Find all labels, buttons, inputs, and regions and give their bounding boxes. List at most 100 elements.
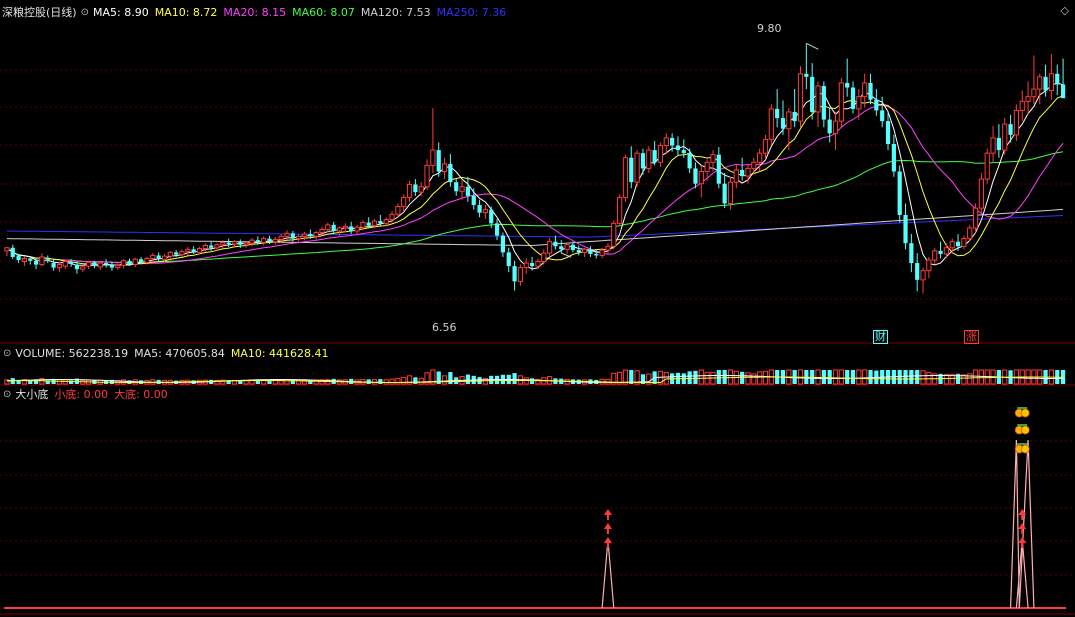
ma250-label: MA250: 7.36 <box>436 5 507 19</box>
volume-bar-down <box>850 370 856 384</box>
candle-body-up <box>313 232 319 237</box>
candle-body-up <box>214 244 220 249</box>
candle-body-down <box>255 240 260 243</box>
volume-bar-down <box>827 370 832 384</box>
candle-body-down <box>792 111 797 122</box>
candle-body-down <box>28 258 33 261</box>
volume-collapse-icon[interactable]: ⊙ <box>3 348 11 359</box>
candle-body-up <box>768 108 774 140</box>
candle-body-down <box>915 263 920 280</box>
candle-body-down <box>716 154 721 184</box>
small-bottom-arrow-icon <box>1018 537 1027 548</box>
candle-body-up <box>838 82 844 122</box>
candle-body-down <box>821 86 826 120</box>
candle-body-down <box>845 82 850 88</box>
candle-body-down <box>267 238 272 242</box>
candle-body-down <box>226 242 231 244</box>
volume-bar-up <box>751 373 757 385</box>
candle-body-up <box>220 241 226 246</box>
candle-body-down <box>104 263 109 265</box>
candle-body-down <box>378 221 383 224</box>
candle-body-up <box>832 120 839 134</box>
candle-body-up <box>797 73 804 122</box>
candle-body-down <box>570 244 576 251</box>
candle-body-up <box>121 260 127 266</box>
candle-body-up <box>243 242 249 246</box>
candle-body-down <box>868 82 873 100</box>
volume-bar-down <box>821 370 826 384</box>
candle-body-down <box>1043 76 1048 91</box>
candle-body-up <box>296 235 302 240</box>
ma20-label: MA20: 8.15 <box>223 5 287 19</box>
low-price-label: 6.56 <box>432 321 457 334</box>
ma5-label: MA5: 8.90 <box>92 5 149 19</box>
volume-bar-down <box>448 372 453 384</box>
candle-body-up <box>815 85 821 113</box>
volume-bar-up <box>418 377 424 385</box>
candle-body-down <box>1060 84 1066 99</box>
ma60-line <box>6 151 1064 264</box>
candle-body-up <box>430 149 436 166</box>
volume-title: VOLUME: 562238.19 <box>15 346 129 360</box>
candle-body-down <box>693 168 698 184</box>
candle-body-down <box>51 263 56 268</box>
candle-body-up <box>86 261 92 267</box>
candle-body-up <box>523 262 529 269</box>
candle-body-up <box>535 261 541 267</box>
candle-body-down <box>675 145 681 151</box>
candle-body-up <box>1031 88 1037 98</box>
big-bottom-coin-icon <box>1020 408 1030 418</box>
candle-body-up <box>401 196 407 208</box>
candle-body-down <box>139 259 144 263</box>
volume-ma5: MA5: 470605.84 <box>134 346 225 360</box>
candle-body-down <box>874 99 879 111</box>
volume-bar-up <box>920 370 926 385</box>
candle-body-up <box>978 178 984 209</box>
candle-body-down <box>553 241 558 247</box>
stock-chart[interactable] <box>0 0 1075 617</box>
settings-diamond-icon[interactable]: ◇ <box>1061 4 1069 17</box>
volume-bar-up <box>383 379 389 385</box>
candle-body-up <box>646 149 652 169</box>
candle-body-up <box>272 238 278 243</box>
candle-body-up <box>698 170 704 185</box>
candle-body-up <box>371 220 378 227</box>
candle-body-up <box>202 245 208 250</box>
candle-body-down <box>827 119 832 134</box>
candle-body-up <box>278 235 284 240</box>
candle-body-up <box>1025 96 1031 102</box>
candle-body-down <box>629 157 634 183</box>
candle-body-up <box>383 219 389 224</box>
candle-body-up <box>231 241 238 245</box>
candle-body-up <box>745 167 751 177</box>
volume-bar-down <box>687 371 692 384</box>
signal-collapse-icon[interactable]: ⊙ <box>3 389 11 400</box>
candle-body-up <box>599 249 605 256</box>
candle-body-down <box>366 222 371 226</box>
candle-body-down <box>109 264 115 268</box>
volume-bar-down <box>716 370 721 384</box>
candle-body-up <box>733 169 739 183</box>
candle-body-up <box>179 251 185 256</box>
candle-body-up <box>757 152 763 163</box>
candle-body-down <box>588 249 593 254</box>
candle-body-down <box>238 241 243 245</box>
big-bottom-coin-icon-leaf <box>1017 443 1028 445</box>
candle-body-up <box>62 261 68 267</box>
candle-body-down <box>92 262 97 267</box>
candle-body-up <box>424 164 430 188</box>
small-bottom-arrow-icon <box>1018 509 1027 520</box>
candle-body-up <box>389 213 395 221</box>
candle-body-up <box>150 254 156 259</box>
candle-body-up <box>406 183 413 198</box>
volume-bar-up <box>972 369 979 385</box>
candle-body-down <box>413 184 418 193</box>
candle-body-up <box>926 259 932 272</box>
candle-body-up <box>336 227 343 232</box>
candle-body-down <box>938 250 943 254</box>
marker-cai[interactable]: 财 <box>873 330 888 344</box>
marker-zhang[interactable]: 涨 <box>964 330 979 344</box>
candle-body-down <box>559 246 564 250</box>
collapse-icon[interactable]: ⊙ <box>81 7 89 18</box>
candle-body-down <box>494 223 500 236</box>
